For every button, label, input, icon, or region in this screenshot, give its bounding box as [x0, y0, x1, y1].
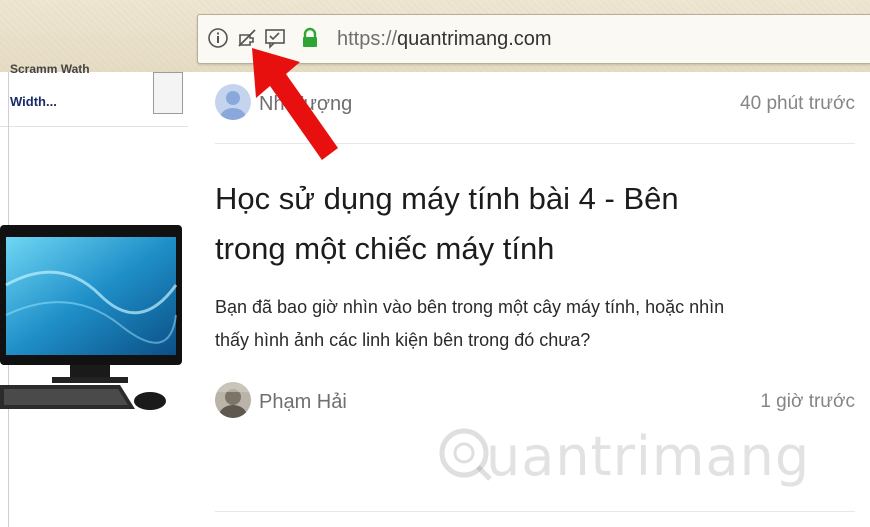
- author-name[interactable]: Phạm Hải: [259, 391, 347, 414]
- post-divider: [215, 511, 855, 512]
- sidebar-cut-text: Scramm Wath: [10, 62, 90, 74]
- post-title-line[interactable]: trong một chiếc máy tính: [215, 224, 775, 274]
- author-photo-icon: [215, 382, 251, 418]
- url-host: quantrimang.com: [397, 28, 552, 50]
- post-excerpt: Bạn đã bao giờ nhìn vào bên trong một câ…: [215, 291, 860, 357]
- url-text[interactable]: https://quantrimang.com: [337, 28, 552, 51]
- post-title-line[interactable]: Học sử dụng máy tính bài 4 - Bên: [215, 174, 775, 224]
- sidebar-scrollbox[interactable]: [153, 72, 183, 114]
- watermark-text: uantrimang: [486, 425, 811, 488]
- post-excerpt-line: thấy hình ảnh các linh kiện bên trong đó…: [215, 330, 591, 350]
- avatar[interactable]: [215, 382, 251, 418]
- post-title[interactable]: Học sử dụng máy tính bài 4 - Bên trong m…: [215, 174, 775, 274]
- annotation-arrow-icon: [252, 48, 338, 160]
- post-time: 1 giờ trước: [760, 391, 855, 412]
- left-sidebar-fragment: Scramm Wath Width...: [0, 62, 188, 127]
- post-excerpt-line: Bạn đã bao giờ nhìn vào bên trong một câ…: [215, 297, 725, 317]
- post-thumbnail[interactable]: [0, 225, 185, 425]
- info-icon[interactable]: [207, 27, 229, 49]
- post-time: 40 phút trước: [740, 93, 855, 114]
- watermark: uantrimang: [438, 415, 809, 495]
- sidebar-width-label[interactable]: Width...: [10, 94, 57, 109]
